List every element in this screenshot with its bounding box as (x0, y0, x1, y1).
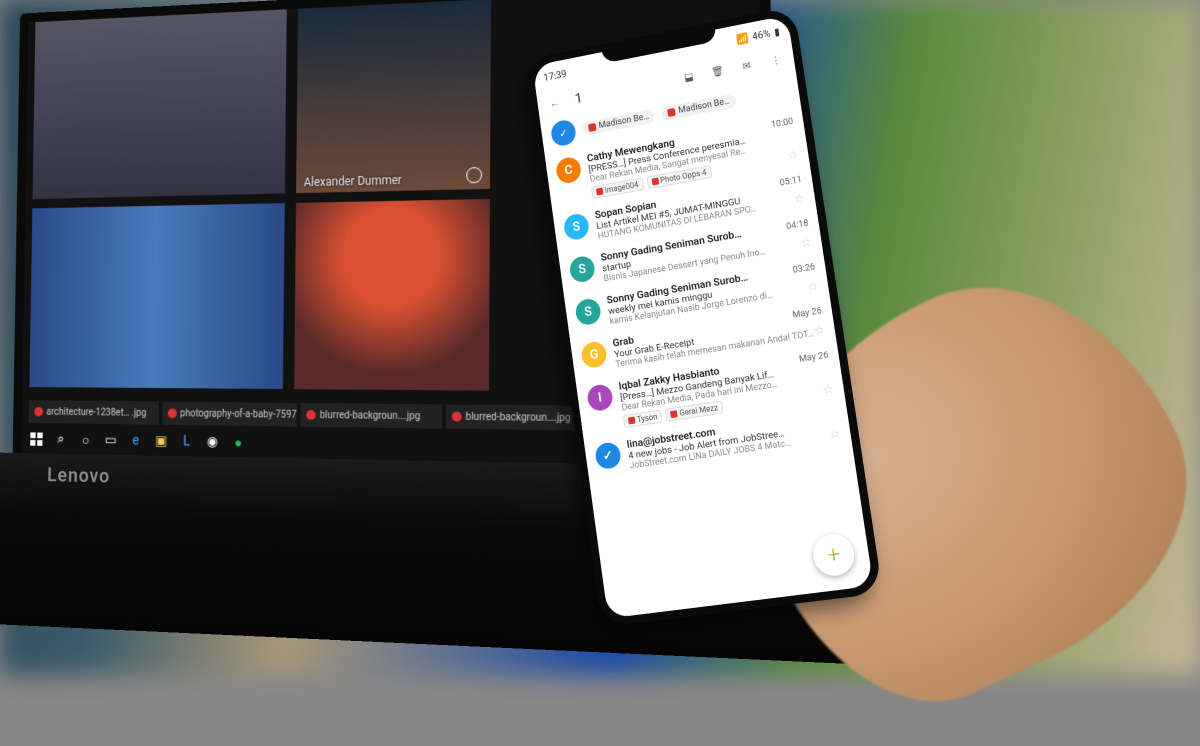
archive-icon[interactable]: ⬓ (680, 68, 698, 86)
back-icon[interactable]: ← (546, 94, 563, 112)
attachment-chip[interactable]: Madison Be… (661, 93, 736, 120)
star-icon[interactable]: ☆ (828, 426, 841, 442)
star-icon[interactable]: ☆ (800, 234, 813, 250)
favorite-icon (466, 167, 482, 183)
photo-credit: Alexander Dummer (304, 173, 402, 189)
spotify-icon[interactable]: ● (226, 431, 250, 455)
app-icon[interactable]: L (175, 430, 199, 454)
laptop-brand-label: Lenovo (47, 463, 110, 487)
image-tile-baby: Alexander Dummer (296, 0, 491, 193)
battery-icon: ▮ (773, 26, 780, 38)
mail-icon[interactable]: ✉ (738, 57, 756, 76)
edge-icon[interactable]: e (124, 429, 148, 452)
image-tile (33, 9, 287, 199)
avatar[interactable]: G (580, 340, 608, 369)
star-icon[interactable]: ☆ (806, 278, 819, 294)
star-icon[interactable]: ☆ (822, 382, 835, 398)
chrome-icon[interactable]: ◉ (200, 430, 224, 454)
star-icon[interactable]: ☆ (786, 147, 799, 163)
selected-check-icon[interactable]: ✓ (550, 118, 577, 147)
start-icon[interactable] (25, 428, 48, 451)
file-tab[interactable]: blurred-backgroun….jpg (301, 403, 442, 429)
attachment-chip[interactable]: Madison Be… (582, 109, 656, 136)
cortana-icon[interactable]: ○ (74, 428, 97, 451)
avatar[interactable]: S (563, 212, 591, 241)
signal-icon: 📶 (736, 33, 750, 46)
image-tile-scream (294, 199, 490, 391)
avatar[interactable]: I (586, 383, 614, 412)
delete-icon[interactable]: 🗑 (709, 63, 727, 81)
explorer-icon[interactable]: ▣ (149, 429, 173, 453)
avatar[interactable]: S (574, 297, 602, 326)
selection-count: 1 (574, 90, 584, 107)
file-tab[interactable]: photography-of-a-baby-759736/ (162, 402, 297, 427)
overflow-icon[interactable]: ⋮ (767, 51, 785, 70)
star-icon[interactable]: ☆ (813, 322, 826, 338)
search-icon[interactable]: ⌕ (49, 428, 72, 451)
battery-level: 46% (752, 28, 772, 42)
file-tab[interactable]: architecture-1238et… .jpg (29, 400, 159, 424)
taskview-icon[interactable]: ▭ (99, 429, 123, 452)
status-time: 17:39 (543, 69, 567, 84)
avatar[interactable]: ✓ (594, 441, 622, 470)
avatar[interactable]: C (555, 156, 583, 185)
image-tile-cafe (29, 203, 284, 389)
star-icon[interactable]: ☆ (793, 191, 806, 207)
avatar[interactable]: S (568, 255, 596, 284)
plus-icon: + (826, 541, 842, 568)
